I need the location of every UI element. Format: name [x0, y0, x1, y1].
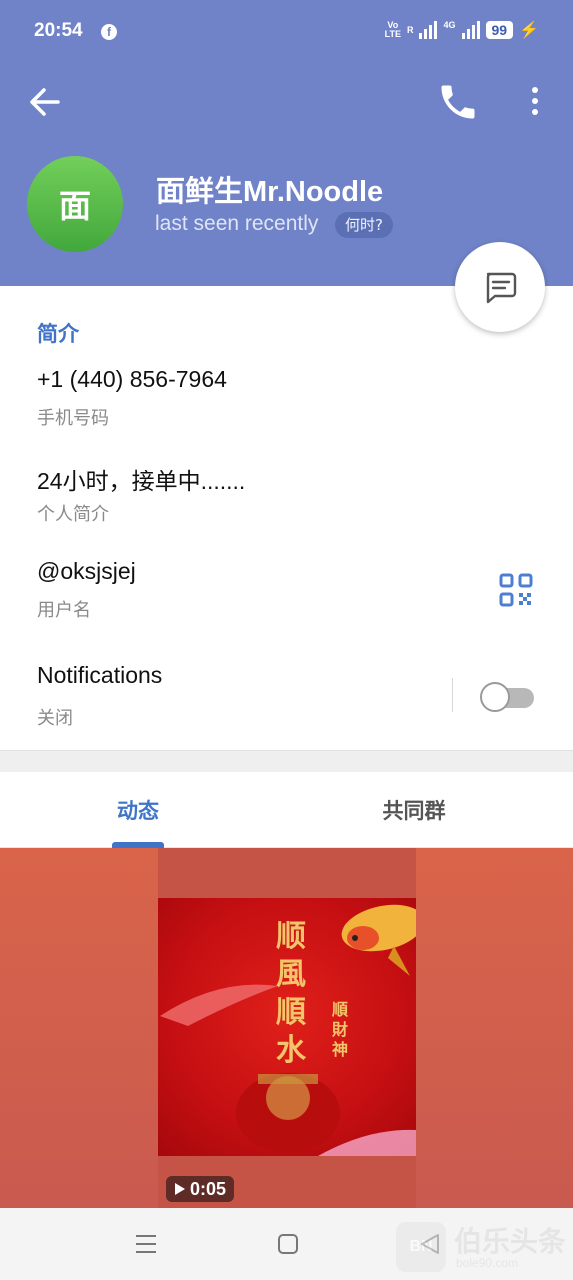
message-icon [486, 272, 517, 304]
section-divider [0, 750, 573, 772]
bio-label: 个人简介 [37, 504, 109, 525]
arrow-left-icon [30, 88, 60, 116]
username-row[interactable]: @oksjsjej 用户名 [0, 558, 573, 654]
phone-icon [441, 85, 475, 119]
qr-code-button[interactable] [498, 572, 534, 608]
toggle-knob [480, 682, 510, 712]
battery-level: 99 [485, 21, 514, 39]
contact-name: 面鲜生Mr.Noodle [156, 176, 384, 208]
video-thumbnail: 顺風順水 順財神 [158, 898, 416, 1156]
username-label: 用户名 [37, 600, 91, 621]
phone-label: 手机号码 [37, 408, 109, 429]
more-vertical-icon [532, 87, 538, 115]
roaming-indicator: R [406, 25, 414, 35]
notifications-title: Notifications [37, 662, 163, 688]
avatar[interactable]: 面 [27, 156, 123, 252]
system-nav-bar [0, 1208, 573, 1280]
qr-code-icon [499, 573, 533, 607]
call-button[interactable] [436, 80, 480, 124]
network-type: 4G [443, 20, 456, 30]
poster-text-main: 顺風順水 [276, 919, 306, 1068]
square-icon [278, 1234, 298, 1254]
message-button[interactable] [455, 242, 545, 332]
phone-number: +1 (440) 856-7964 [37, 366, 227, 392]
status-time: 20:54 [34, 20, 83, 41]
duration-text: 0:05 [190, 1179, 227, 1199]
status-bar: 20:54 f Vo LTE R 4G 99 ⚡ [0, 0, 573, 64]
tab-posts[interactable]: 动态 [0, 772, 276, 848]
poster-text-side: 順財神 [331, 1000, 348, 1059]
more-options-button[interactable] [520, 80, 550, 124]
info-section: 简介 +1 (440) 856-7964 手机号码 24小时，接单中......… [0, 286, 573, 750]
video-duration: 0:05 [166, 1176, 235, 1202]
video-post[interactable]: 顺風順水 順財神 0:05 [0, 848, 573, 1208]
back-nav-button[interactable] [410, 1228, 450, 1260]
section-title: 简介 [37, 322, 79, 346]
media-tabs: 动态 共同群 [0, 772, 573, 848]
notifications-toggle[interactable] [480, 680, 536, 712]
volte-indicator: Vo LTE [384, 20, 401, 39]
notifications-state: 关闭 [37, 708, 73, 729]
recent-apps-button[interactable] [126, 1228, 166, 1260]
play-icon [175, 1183, 185, 1195]
menu-icon [136, 1235, 156, 1253]
signal-icon [419, 21, 438, 39]
back-button[interactable] [22, 82, 66, 122]
bio-text: 24小时，接单中....... [37, 468, 246, 494]
last-seen-status: last seen recently [155, 212, 319, 235]
last-seen-when-chip[interactable]: 何时? [335, 212, 393, 238]
charging-icon: ⚡ [519, 22, 539, 39]
username-text: @oksjsjej [37, 558, 136, 584]
signal-icon-2 [461, 21, 480, 39]
home-button[interactable] [268, 1228, 308, 1260]
bio-row[interactable]: 24小时，接单中....... 个人简介 [0, 462, 573, 558]
triangle-back-icon [421, 1234, 439, 1254]
tab-common-groups[interactable]: 共同群 [276, 772, 552, 848]
phone-row[interactable]: +1 (440) 856-7964 手机号码 [0, 366, 573, 462]
facebook-icon: f [101, 24, 117, 40]
status-indicators: Vo LTE R 4G 99 ⚡ [385, 20, 539, 40]
divider [452, 678, 453, 712]
